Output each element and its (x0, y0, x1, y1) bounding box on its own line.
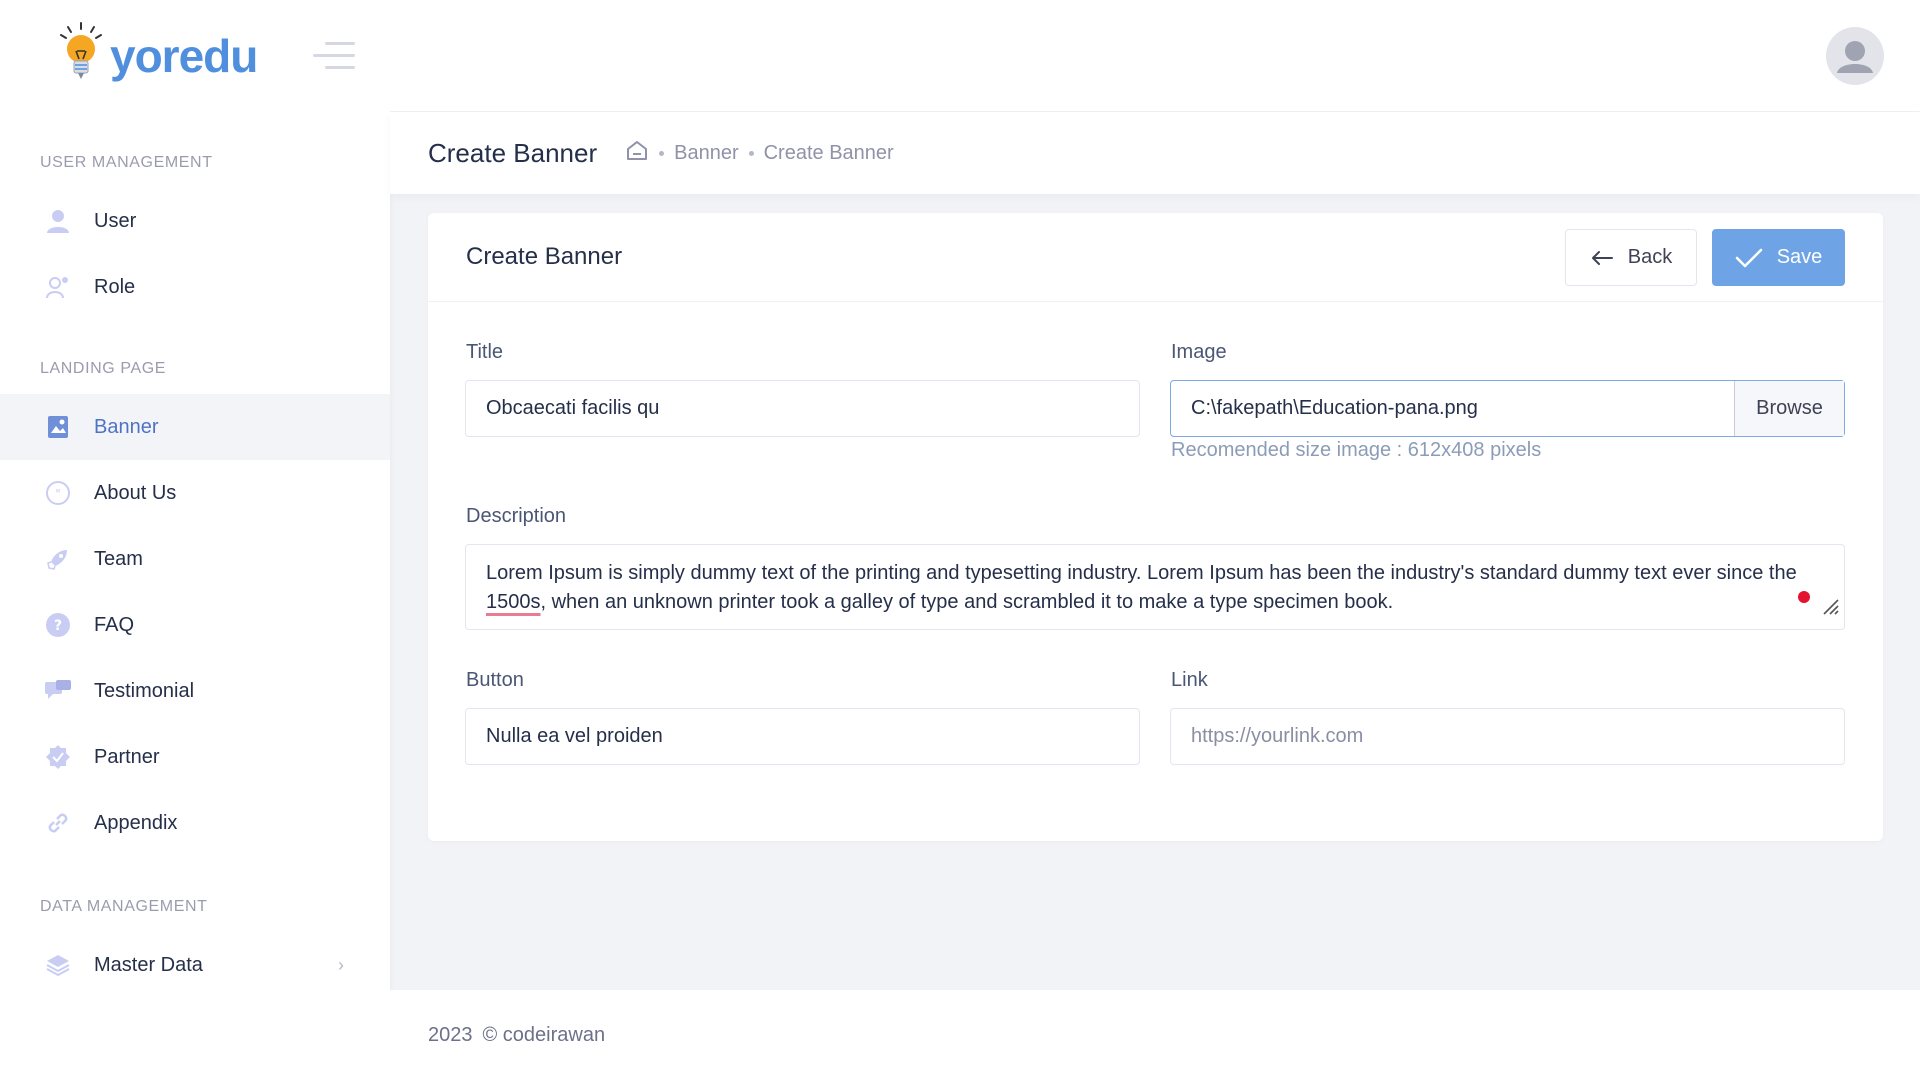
sidebar-item-label: FAQ (94, 613, 135, 636)
button-text-input[interactable]: Nulla ea vel proiden (465, 708, 1140, 765)
breadcrumb-separator (748, 150, 754, 156)
spellcheck-marked-word: 1500s (486, 591, 541, 613)
sidebar-item-banner[interactable]: Banner (0, 394, 390, 460)
role-icon (44, 273, 72, 301)
topbar (390, 0, 1920, 112)
description-label: Description (466, 505, 567, 527)
sidebar-item-master-data[interactable]: Master Data › (0, 932, 390, 998)
question-icon: ? (44, 611, 72, 639)
sidebar-item-about-us[interactable]: " About Us (0, 460, 390, 526)
footer-copyright[interactable]: © codeirawan (483, 1024, 606, 1047)
sidebar-item-label: Team (94, 547, 143, 570)
user-avatar-icon (1837, 41, 1873, 73)
image-size-hint: Recomended size image : 612x408 pixels (1171, 439, 1542, 461)
sidebar: yoredu USER MANAGEMENT User Role LANDING… (0, 0, 390, 1080)
svg-text:?: ? (54, 618, 62, 634)
breadcrumb-link-banner[interactable]: Banner (674, 142, 739, 165)
sidebar-item-label: Testimonial (94, 679, 195, 702)
rocket-icon (44, 545, 72, 573)
save-button[interactable]: Save (1712, 229, 1845, 286)
lightbulb-icon (58, 21, 104, 92)
badge-check-icon (44, 743, 72, 771)
sidebar-item-label: Master Data (94, 953, 203, 976)
section-title-data-management: DATA MANAGEMENT (40, 898, 208, 915)
avatar[interactable] (1826, 27, 1884, 85)
brand-logo[interactable]: yoredu (58, 21, 258, 92)
create-banner-card: Create Banner Back Save Title Obcaecati … (428, 213, 1883, 841)
sidebar-item-label: Appendix (94, 811, 178, 834)
resize-handle-icon[interactable] (1820, 596, 1840, 625)
button-label: Button (466, 669, 524, 691)
browse-button[interactable]: Browse (1734, 381, 1844, 436)
sidebar-item-label: About Us (94, 481, 177, 504)
footer-year: 2023 (428, 1023, 473, 1046)
sidebar-item-role[interactable]: Role (0, 254, 390, 320)
link-input[interactable]: https://yourlink.com (1170, 708, 1845, 765)
back-button-label: Back (1627, 246, 1673, 268)
card-header: Create Banner Back Save (428, 213, 1883, 302)
grammar-indicator-icon[interactable] (1798, 591, 1810, 603)
sidebar-item-faq[interactable]: ? FAQ (0, 592, 390, 658)
page-toolbar: Create Banner Banner Create Banner (390, 112, 1920, 194)
layers-icon (44, 951, 72, 979)
title-label: Title (466, 341, 504, 363)
sidebar-item-label: User (94, 209, 137, 232)
svg-text:": " (55, 487, 61, 501)
page-title: Create Banner (428, 137, 598, 168)
title-input[interactable]: Obcaecati facilis qu (465, 380, 1140, 437)
link-icon (44, 809, 72, 837)
sidebar-item-label: Banner (94, 415, 159, 438)
sidebar-item-label: Role (94, 275, 136, 298)
description-text-before: Lorem Ipsum is simply dummy text of the … (486, 562, 1797, 584)
image-file-path[interactable]: C:\fakepath\Education-pana.png (1171, 381, 1734, 436)
sidebar-item-partner[interactable]: Partner (0, 724, 390, 790)
arrow-left-icon (1591, 250, 1613, 265)
menu-toggle-icon[interactable] (313, 42, 355, 74)
user-icon (44, 207, 72, 235)
breadcrumb: Banner Create Banner (625, 139, 894, 167)
banner-icon (44, 413, 72, 441)
section-title-user-management: USER MANAGEMENT (40, 154, 213, 171)
footer: 2023 © codeirawan (390, 990, 1920, 1080)
section-title-landing-page: LANDING PAGE (40, 360, 167, 377)
back-button[interactable]: Back (1565, 229, 1697, 286)
about-icon: " (44, 479, 72, 507)
image-file-input[interactable]: C:\fakepath\Education-pana.png Browse (1170, 380, 1845, 437)
sidebar-item-testimonial[interactable]: Testimonial (0, 658, 390, 724)
description-textarea[interactable]: Lorem Ipsum is simply dummy text of the … (465, 544, 1845, 630)
chat-icon (44, 677, 72, 705)
save-button-label: Save (1776, 246, 1823, 268)
brand-name: yoredu (110, 30, 258, 82)
link-label: Link (1171, 669, 1208, 691)
sidebar-item-appendix[interactable]: Appendix (0, 790, 390, 856)
brand: yoredu (0, 0, 390, 112)
home-icon[interactable] (625, 139, 649, 167)
image-label: Image (1171, 341, 1227, 363)
sidebar-item-label: Partner (94, 745, 160, 768)
breadcrumb-separator (659, 150, 665, 156)
sidebar-item-user[interactable]: User (0, 188, 390, 254)
sidebar-item-team[interactable]: Team (0, 526, 390, 592)
breadcrumb-current: Create Banner (763, 141, 894, 164)
check-icon (1735, 248, 1762, 267)
card-title: Create Banner (466, 243, 623, 270)
chevron-right-icon: › (338, 954, 344, 975)
description-text-after: , when an unknown printer took a galley … (540, 591, 1394, 613)
